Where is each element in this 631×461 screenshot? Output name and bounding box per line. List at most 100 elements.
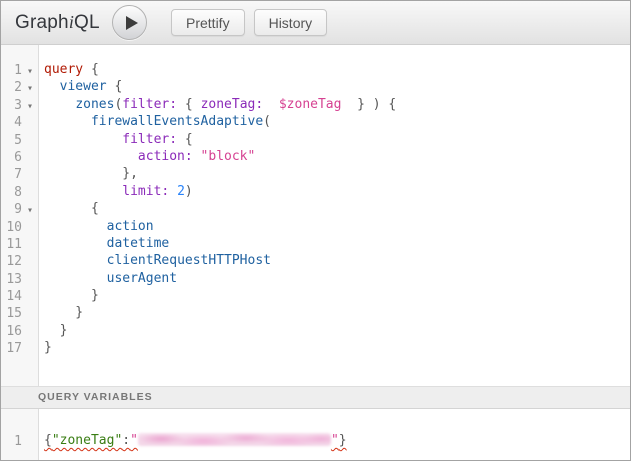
code-token xyxy=(44,219,107,234)
graphiql-logo: GraphiQL xyxy=(15,12,98,34)
code-token xyxy=(193,149,201,164)
line-number: 10 xyxy=(1,219,22,236)
code-token xyxy=(44,184,122,199)
fold-arrow-icon[interactable]: ▾ xyxy=(22,202,38,219)
code-token xyxy=(44,114,91,129)
code-line[interactable]: action: "block" xyxy=(44,149,629,166)
line-number: 1 xyxy=(1,433,22,450)
code-line[interactable]: viewer { xyxy=(44,79,629,96)
graphiql-app: GraphiQL Prettify History 1▾2▾3▾456789▾1… xyxy=(0,0,631,461)
code-token: } xyxy=(44,288,99,303)
variables-editor-gutter-rows: 1 xyxy=(1,433,39,450)
code-token xyxy=(44,97,75,112)
code-token xyxy=(44,271,107,286)
line-number: 13 xyxy=(1,271,22,288)
code-token xyxy=(44,253,107,268)
code-line[interactable]: action xyxy=(44,219,629,236)
query-variables-title-bar[interactable]: QUERY VARIABLES xyxy=(1,386,630,409)
history-button[interactable]: History xyxy=(254,9,328,36)
code-line[interactable]: } xyxy=(44,340,629,357)
line-number: 15 xyxy=(1,305,22,322)
code-token: filter: xyxy=(122,132,177,147)
fold-arrow-icon[interactable]: ▾ xyxy=(22,98,38,115)
code-token: } xyxy=(44,340,52,355)
code-token: zoneTag: xyxy=(201,97,264,112)
code-line[interactable]: } xyxy=(44,288,629,305)
code-token xyxy=(44,79,60,94)
code-token: 2 xyxy=(177,184,185,199)
code-line[interactable]: query { xyxy=(44,62,629,79)
query-editor[interactable]: 1▾2▾3▾456789▾1011121314151617 query { vi… xyxy=(1,45,630,386)
code-line[interactable]: } xyxy=(44,305,629,322)
code-token: }, xyxy=(44,166,138,181)
line-number: 4 xyxy=(1,114,22,131)
fold-arrow-icon[interactable]: ▾ xyxy=(22,63,38,80)
variables-editor-code[interactable]: {"zoneTag":""} xyxy=(44,433,629,450)
query-editor-code[interactable]: query { viewer { zones(filter: { zoneTag… xyxy=(44,62,629,358)
code-token: } ) { xyxy=(341,97,396,112)
code-line[interactable]: }, xyxy=(44,166,629,183)
code-line[interactable]: limit: 2) xyxy=(44,184,629,201)
code-token: "zoneTag" xyxy=(52,433,122,448)
code-token: ( xyxy=(263,114,271,129)
fold-arrow-icon[interactable]: ▾ xyxy=(22,80,38,97)
code-line[interactable]: zones(filter: { zoneTag: $zoneTag } ) { xyxy=(44,97,629,114)
line-number: 5 xyxy=(1,132,22,149)
code-token: { xyxy=(83,62,99,77)
line-number: 2 xyxy=(1,79,22,96)
code-line[interactable]: filter: { xyxy=(44,132,629,149)
redacted-zone-tag-value xyxy=(138,433,331,446)
code-token: datetime xyxy=(107,236,170,251)
code-token: { xyxy=(177,132,193,147)
variables-editor[interactable]: 1 {"zoneTag":""} xyxy=(1,409,630,461)
code-line[interactable]: clientRequestHTTPHost xyxy=(44,253,629,270)
code-token: { xyxy=(44,201,99,216)
code-line[interactable]: datetime xyxy=(44,236,629,253)
line-number: 17 xyxy=(1,340,22,357)
code-token: limit: xyxy=(122,184,169,199)
code-line[interactable]: {"zoneTag":""} xyxy=(44,433,629,450)
code-token xyxy=(44,236,107,251)
code-token xyxy=(169,184,177,199)
topbar: GraphiQL Prettify History xyxy=(1,1,630,45)
code-token xyxy=(263,97,279,112)
code-token: } xyxy=(44,305,83,320)
code-token: action xyxy=(107,219,154,234)
code-token: query xyxy=(44,62,83,77)
code-token: firewallEventsAdaptive xyxy=(91,114,263,129)
prettify-button[interactable]: Prettify xyxy=(171,9,245,36)
logo-text-ql: QL xyxy=(74,12,100,33)
code-token: userAgent xyxy=(107,271,177,286)
code-token: clientRequestHTTPHost xyxy=(107,253,271,268)
line-number: 7 xyxy=(1,166,22,183)
line-number: 6 xyxy=(1,149,22,166)
code-token: " xyxy=(331,433,339,448)
line-number: 11 xyxy=(1,236,22,253)
execute-query-button[interactable] xyxy=(112,5,147,40)
code-token: zones xyxy=(75,97,114,112)
line-number: 14 xyxy=(1,288,22,305)
code-line[interactable]: { xyxy=(44,201,629,218)
code-token: { xyxy=(44,433,52,448)
code-token xyxy=(44,132,122,147)
code-token xyxy=(44,149,138,164)
play-icon xyxy=(126,16,138,30)
code-token: " xyxy=(130,433,138,448)
code-token: filter: xyxy=(122,97,177,112)
code-token: { xyxy=(107,79,123,94)
code-token: } xyxy=(44,323,67,338)
code-token: viewer xyxy=(60,79,107,94)
code-token: $zoneTag xyxy=(279,97,342,112)
line-number: 12 xyxy=(1,253,22,270)
line-number: 1 xyxy=(1,62,22,79)
line-number: 8 xyxy=(1,184,22,201)
code-token: : xyxy=(122,433,130,448)
code-token: "block" xyxy=(201,149,256,164)
code-token: ) xyxy=(185,184,193,199)
code-line[interactable]: } xyxy=(44,323,629,340)
line-number: 3 xyxy=(1,97,22,114)
code-token: { xyxy=(177,97,200,112)
code-line[interactable]: firewallEventsAdaptive( xyxy=(44,114,629,131)
query-editor-gutter-rows: 1▾2▾3▾456789▾1011121314151617 xyxy=(1,62,39,358)
code-line[interactable]: userAgent xyxy=(44,271,629,288)
